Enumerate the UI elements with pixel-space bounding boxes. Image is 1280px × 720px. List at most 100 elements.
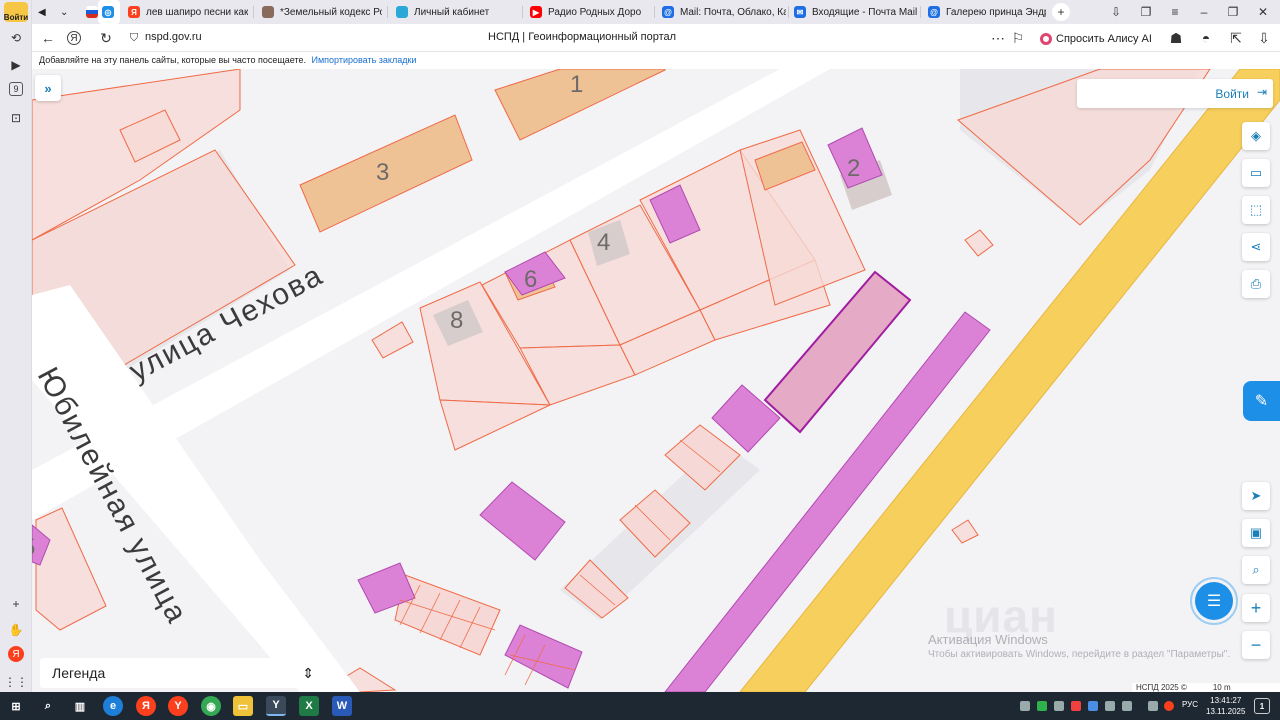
word-icon[interactable]: W bbox=[332, 696, 352, 716]
download-icon[interactable]: ⇩ bbox=[1254, 28, 1274, 48]
hand-icon[interactable]: ✋ bbox=[6, 620, 26, 640]
legend-dropdown[interactable]: Легенда ⇕ bbox=[40, 658, 328, 688]
tab-favicon-icon: @ bbox=[662, 6, 674, 18]
back-arrow-icon[interactable]: ← bbox=[38, 28, 58, 48]
task-view-icon[interactable]: ▥ bbox=[70, 696, 90, 716]
extension-icon[interactable]: ☗ bbox=[1166, 28, 1186, 48]
scale-label: 10 m bbox=[1204, 683, 1239, 692]
tab-sound-icon[interactable]: ◀ bbox=[34, 0, 56, 24]
add-icon[interactable]: + bbox=[6, 594, 26, 614]
downloads-icon[interactable]: ⇩ bbox=[1105, 2, 1127, 22]
tab-3[interactable]: ▶ Радио Родных Доро bbox=[526, 0, 658, 24]
locate-icon[interactable]: ➤ bbox=[1242, 482, 1270, 510]
tray-icon[interactable] bbox=[1088, 701, 1098, 711]
tab-list-chevron-icon[interactable]: ⌄ bbox=[56, 0, 74, 24]
tray-yandex-icon[interactable] bbox=[1164, 701, 1174, 711]
tray-icon[interactable] bbox=[1071, 701, 1081, 711]
start-icon[interactable]: ⊞ bbox=[6, 696, 26, 716]
explorer-icon[interactable]: ▭ bbox=[233, 696, 253, 716]
chat-icon: ☰ bbox=[1195, 582, 1233, 620]
alice-label: Спросить Алису AI bbox=[1056, 32, 1152, 45]
tab-label: Mail: Почта, Облако, Кале bbox=[680, 6, 786, 18]
ruler-icon[interactable]: ▭ bbox=[1242, 159, 1270, 187]
apps-grid-icon[interactable]: ⋮⋮ bbox=[4, 672, 28, 692]
layers-icon[interactable]: ◈ bbox=[1242, 122, 1270, 150]
media-icon[interactable]: ▶ bbox=[6, 55, 26, 75]
url-text[interactable]: nspd.gov.ru bbox=[145, 31, 202, 43]
volume-icon[interactable] bbox=[1122, 701, 1132, 711]
minimize-button[interactable]: – bbox=[1193, 2, 1215, 22]
tab-favicon-icon bbox=[262, 6, 274, 18]
print-icon[interactable]: ⎙ bbox=[1242, 270, 1270, 298]
tab-separator bbox=[920, 6, 921, 18]
tab-favicon-icon: ▶ bbox=[530, 6, 542, 18]
activation-text: Чтобы активировать Windows, перейдите в … bbox=[928, 649, 1231, 660]
badge-nine[interactable]: 9 bbox=[9, 82, 23, 96]
attribution: НСПД 2025 © bbox=[1136, 683, 1187, 692]
tab-separator bbox=[387, 6, 388, 18]
import-bookmarks-link[interactable]: Импортировать закладки bbox=[312, 55, 417, 65]
search-icon[interactable]: ⌕ bbox=[38, 696, 58, 716]
share-page-icon[interactable]: ⇱ bbox=[1226, 28, 1246, 48]
search-location-icon[interactable]: ⌕ bbox=[1242, 556, 1270, 584]
tray-icon[interactable] bbox=[1020, 701, 1030, 711]
zoom-out-button[interactable]: − bbox=[1242, 631, 1270, 659]
yandex-icon[interactable]: Я bbox=[136, 696, 156, 716]
select-area-icon[interactable]: ⬚ bbox=[1242, 196, 1270, 224]
minimap-icon[interactable]: ▣ bbox=[1242, 519, 1270, 547]
menu-icon[interactable]: ≡ bbox=[1164, 2, 1186, 22]
hat-icon[interactable]: ◓ bbox=[1196, 28, 1216, 48]
site-shield-icon[interactable]: ⛉ bbox=[124, 28, 144, 48]
tab-0[interactable]: Ялев шапиро песни какие bbox=[124, 0, 248, 24]
chrome-icon[interactable]: ◉ bbox=[201, 696, 221, 716]
alice-icon bbox=[1040, 32, 1052, 45]
new-tab-button[interactable]: + bbox=[1052, 3, 1070, 21]
tab-1[interactable]: *Земельный кодекс Росс bbox=[258, 0, 382, 24]
history-icon[interactable]: ⟲ bbox=[6, 28, 26, 48]
login-label: Войти bbox=[1215, 87, 1249, 101]
tab-active-pinned[interactable]: ◎ bbox=[98, 0, 120, 24]
windows-activation: Активация Windows Чтобы активировать Win… bbox=[928, 632, 1230, 660]
reload-icon[interactable]: ↻ bbox=[96, 28, 116, 48]
chat-button[interactable]: ☰ bbox=[1190, 577, 1238, 625]
building-number: 1 bbox=[570, 71, 584, 98]
network-icon[interactable] bbox=[1148, 701, 1158, 711]
tab-5[interactable]: ✉ Входящие - Почта Mail bbox=[790, 0, 918, 24]
bookmarks-hint: Добавляйте на эту панель сайты, которые … bbox=[39, 55, 306, 65]
restore-button[interactable]: ❐ bbox=[1222, 2, 1244, 22]
tab-2[interactable]: Личный кабинет bbox=[392, 0, 520, 24]
tab-favicon-icon: ✉ bbox=[794, 6, 806, 18]
tab-6[interactable]: @ Галерею принца Эндрю с bbox=[924, 0, 1046, 24]
yandex-logo-icon[interactable]: Я bbox=[67, 31, 81, 45]
profile-avatar[interactable]: Войти bbox=[4, 2, 28, 22]
edge-icon[interactable]: e bbox=[103, 696, 123, 716]
language-indicator[interactable]: РУС bbox=[1182, 700, 1198, 709]
parcel-small-2 bbox=[371, 321, 414, 359]
bookmark-icon[interactable]: ⚐ bbox=[1008, 28, 1028, 48]
parcel-bottom-left bbox=[35, 507, 107, 631]
tray-icon[interactable] bbox=[1037, 701, 1047, 711]
building-number: 5 bbox=[32, 534, 35, 562]
yandex-icon[interactable]: Я bbox=[8, 646, 24, 662]
yandex-browser-icon[interactable]: Y bbox=[168, 696, 188, 716]
more-dots-icon[interactable]: ⋯ bbox=[988, 28, 1008, 48]
screenshot-icon[interactable]: ⊡ bbox=[6, 108, 26, 128]
tray-icon[interactable] bbox=[1054, 701, 1064, 711]
excel-icon[interactable]: X bbox=[299, 696, 319, 716]
tab-4[interactable]: @ Mail: Почта, Облако, Кале bbox=[658, 0, 786, 24]
ask-alice-button[interactable]: Спросить Алису AI bbox=[1036, 28, 1158, 49]
scale-bar: НСПД 2025 © 10 m bbox=[1132, 683, 1280, 692]
feedback-tab-icon[interactable]: ✎ bbox=[1243, 381, 1280, 421]
notifications-icon[interactable]: 1 bbox=[1254, 698, 1270, 714]
map-canvas[interactable]: 1 2 3 4 6 8 5 улица Чехова Юбилейная ули… bbox=[32, 69, 1280, 692]
close-button[interactable]: ✕ bbox=[1252, 2, 1274, 22]
expand-panel-button[interactable]: » bbox=[35, 75, 61, 101]
collections-icon[interactable]: ❐ bbox=[1135, 2, 1157, 22]
bookmarks-bar: Добавляйте на эту панель сайты, которые … bbox=[32, 52, 1280, 69]
zoom-in-button[interactable]: + bbox=[1242, 594, 1270, 622]
share-icon[interactable]: ⋖ bbox=[1242, 233, 1270, 261]
active-browser-icon[interactable]: Y bbox=[266, 696, 286, 716]
tray-icon[interactable] bbox=[1105, 701, 1115, 711]
clock[interactable]: 13:41:27 13.11.2025 bbox=[1206, 695, 1245, 717]
login-panel[interactable]: Войти ⇥ bbox=[1077, 79, 1273, 108]
